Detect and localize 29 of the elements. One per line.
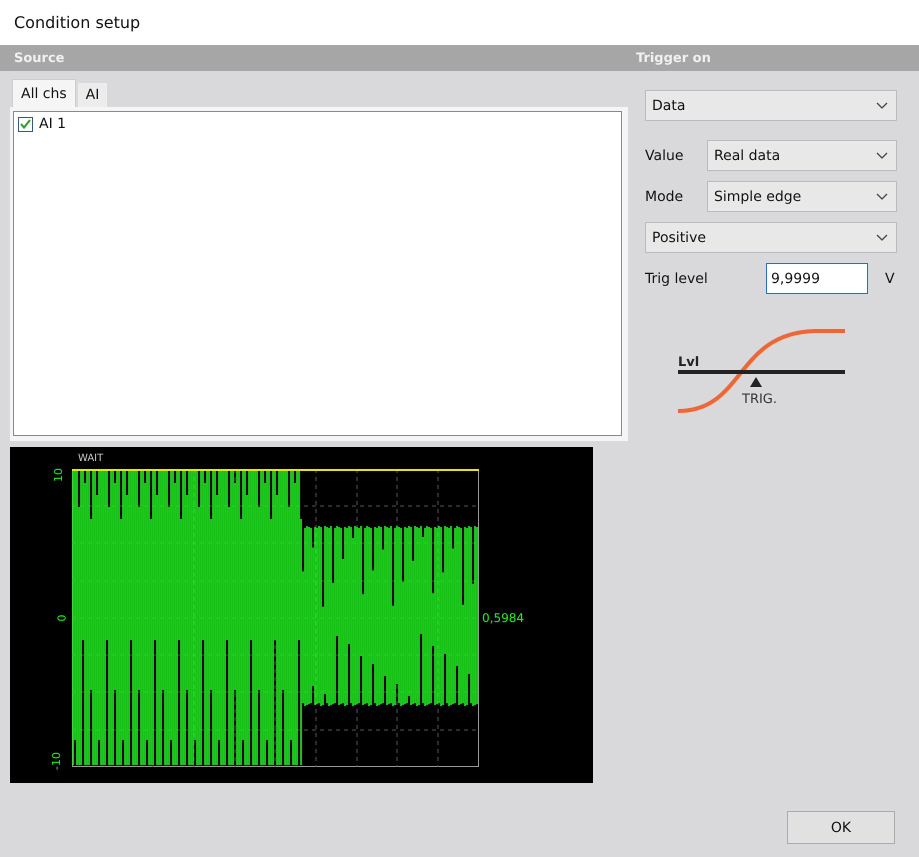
chevron-down-icon — [876, 193, 888, 200]
section-header: Source — [13, 50, 66, 66]
channel-label: AI 1 — [39, 116, 66, 132]
axis-label: -10 — [51, 752, 64, 770]
field-label: Mode — [645, 188, 684, 204]
dropdown[interactable]: Real data — [707, 140, 897, 171]
tab[interactable]: All chs — [12, 79, 76, 107]
chevron-down-icon — [876, 152, 888, 159]
field-label: Trig level — [645, 270, 709, 286]
tab[interactable]: AI — [78, 83, 108, 107]
dropdown[interactable]: Simple edge — [707, 181, 897, 212]
ok-button[interactable]: OK — [787, 811, 895, 844]
window-title: Condition setup — [14, 13, 140, 32]
triangle-icon — [750, 377, 762, 387]
value-reading: 0,5984 — [481, 611, 525, 625]
level-label: Lvl — [678, 355, 700, 370]
field-label: Value — [645, 148, 684, 164]
axis-label: 0 — [56, 614, 68, 622]
status-label: WAIT — [78, 452, 104, 464]
section-header: Trigger on — [636, 50, 712, 66]
unit-label: V — [885, 270, 895, 286]
dropdown[interactable]: Positive — [645, 222, 897, 253]
dropdown[interactable]: Data — [645, 90, 897, 121]
trig-level-input[interactable]: 9,9999 — [766, 263, 868, 294]
trig-label: TRIG. — [742, 392, 778, 407]
axis-label: 10 — [53, 468, 65, 482]
checkbox[interactable] — [18, 116, 33, 132]
chevron-down-icon — [876, 234, 888, 241]
chevron-down-icon — [876, 102, 888, 109]
